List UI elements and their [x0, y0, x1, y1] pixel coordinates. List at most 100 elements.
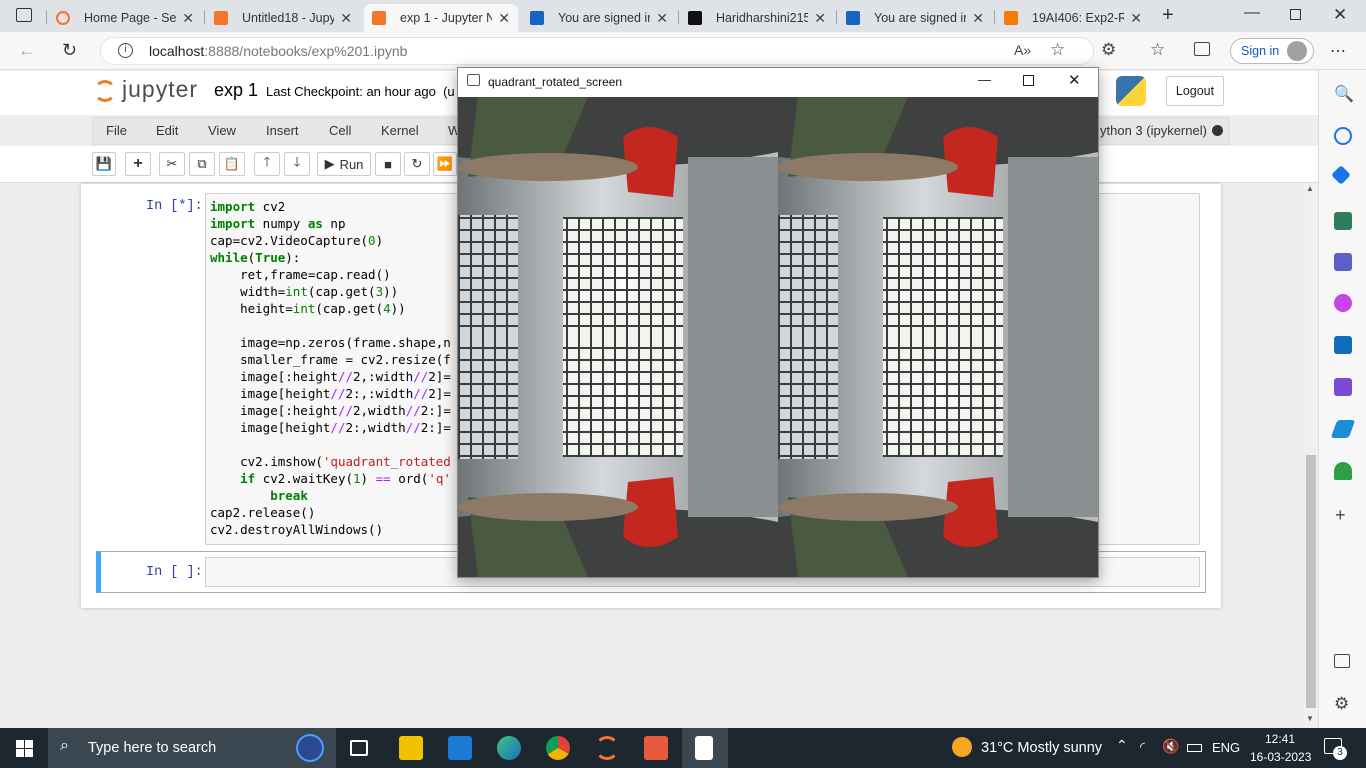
tab-2[interactable]: Untitled18 - Jupy ✕: [206, 4, 360, 32]
sidebar-search-icon[interactable]: 🔍: [1334, 84, 1354, 104]
tab-close-icon[interactable]: ✕: [498, 10, 510, 27]
tray-chevron-icon[interactable]: ⌃: [1116, 737, 1128, 754]
sidebar-settings-icon[interactable]: ⚙: [1334, 694, 1349, 714]
interrupt-button[interactable]: ■: [375, 152, 401, 176]
cut-button[interactable]: ✂: [159, 152, 185, 176]
windows-start-icon[interactable]: [16, 740, 33, 757]
tab-close-icon[interactable]: ✕: [1130, 10, 1142, 27]
restart-button[interactable]: ↻: [404, 152, 430, 176]
code-editor[interactable]: import cv2 import numpy as np cap=cv2.Vide…: [210, 198, 451, 538]
code-line: import cv2: [210, 199, 286, 214]
tab-close-icon[interactable]: ✕: [340, 10, 352, 27]
menu-insert[interactable]: Insert: [266, 123, 299, 138]
sidebar-tools-icon[interactable]: [1334, 212, 1352, 230]
menu-file[interactable]: File: [106, 123, 127, 138]
favorite-add-icon[interactable]: ☆: [1050, 40, 1065, 60]
menu-cell[interactable]: Cell: [329, 123, 351, 138]
cv-maximize-button[interactable]: [1023, 75, 1034, 86]
sidebar-outlook-icon[interactable]: [1334, 336, 1352, 354]
collections-icon[interactable]: [1194, 42, 1210, 56]
kernel-busy-icon: [1212, 125, 1223, 136]
cv-minimize-button[interactable]: —: [978, 72, 991, 87]
tab-close-icon[interactable]: ✕: [814, 10, 826, 27]
sidebar-tree-icon[interactable]: [1334, 462, 1352, 480]
document-taskbar-icon[interactable]: [695, 736, 713, 760]
move-down-button[interactable]: 🡓: [284, 152, 310, 176]
tab-1[interactable]: Home Page - Sele ✕: [48, 4, 202, 32]
back-icon[interactable]: ←: [18, 40, 36, 61]
favorites-icon[interactable]: ☆: [1150, 40, 1165, 60]
sidebar-add-icon[interactable]: +: [1335, 505, 1346, 526]
minimize-button[interactable]: —: [1244, 4, 1260, 22]
extensions-icon[interactable]: ⚙: [1101, 40, 1116, 60]
battery-icon[interactable]: [1187, 744, 1202, 752]
sidebar-designer-icon[interactable]: [1334, 378, 1352, 396]
refresh-icon[interactable]: ↻: [62, 40, 77, 61]
site-info-icon[interactable]: i: [118, 43, 133, 58]
weather-icon[interactable]: [952, 737, 972, 757]
volume-icon[interactable]: 🔇: [1162, 738, 1179, 755]
menu-kernel[interactable]: Kernel: [381, 123, 419, 138]
notebook-name[interactable]: exp 1: [214, 80, 258, 101]
tab-title: exp 1 - Jupyter N: [400, 11, 493, 25]
move-up-button[interactable]: 🡑: [254, 152, 280, 176]
cv-close-button[interactable]: ✕: [1068, 71, 1081, 89]
tab-4[interactable]: You are signed in ✕: [522, 4, 676, 32]
quadrant-video-frame: [458, 97, 1098, 577]
network-icon[interactable]: ◜: [1140, 739, 1145, 755]
close-window-button[interactable]: ✕: [1333, 5, 1347, 25]
tab-separator: [204, 10, 205, 24]
menu-edit[interactable]: Edit: [156, 123, 178, 138]
task-view-icon[interactable]: [350, 740, 368, 756]
tab-actions-icon[interactable]: [16, 8, 32, 22]
chrome-icon[interactable]: [546, 736, 570, 760]
clock-date[interactable]: 16-03-2023: [1250, 750, 1311, 764]
tab-3[interactable]: exp 1 - Jupyter N ✕: [364, 4, 518, 32]
sign-in-button[interactable]: Sign in: [1230, 38, 1314, 64]
menu-view[interactable]: View: [208, 123, 236, 138]
checkpoint-text: Last Checkpoint: an hour ago: [266, 84, 436, 99]
restore-button[interactable]: [1290, 9, 1301, 20]
copy-button[interactable]: ⧉: [189, 152, 215, 176]
sidebar-games-icon[interactable]: [1334, 253, 1352, 271]
file-explorer-icon[interactable]: [399, 736, 423, 760]
more-menu-icon[interactable]: ⋯: [1330, 41, 1346, 61]
jupyter-logo-text[interactable]: jupyter: [122, 76, 198, 103]
scrollbar-thumb[interactable]: [1306, 455, 1316, 708]
run-button[interactable]: ▶ Run: [317, 152, 371, 176]
tab-close-icon[interactable]: ✕: [656, 10, 668, 27]
save-button[interactable]: 💾: [92, 152, 116, 176]
paste-button[interactable]: 📋: [219, 152, 245, 176]
code-line: while(True):: [210, 250, 301, 265]
jupyter-taskbar-icon[interactable]: [595, 736, 619, 760]
sidebar-bing-icon[interactable]: [1334, 127, 1352, 145]
restart-run-all-button[interactable]: ⏩: [433, 152, 457, 176]
new-tab-button[interactable]: +: [1162, 4, 1174, 27]
code-line: cap2.release(): [210, 505, 316, 520]
tab-close-icon[interactable]: ✕: [972, 10, 984, 27]
tab-title: You are signed in: [874, 11, 967, 25]
cell-2-prompt: In [ ]:: [146, 565, 203, 580]
taskbar-search-placeholder: Type here to search: [88, 740, 217, 756]
tab-7[interactable]: 19AI406: Exp2-Re ✕: [996, 4, 1150, 32]
sidebar-office-icon[interactable]: [1334, 294, 1352, 312]
scroll-down-arrow[interactable]: ▼: [1306, 714, 1314, 723]
scroll-up-arrow[interactable]: ▲: [1306, 184, 1314, 193]
tab-5[interactable]: Haridharshini215 ✕: [680, 4, 834, 32]
logout-button[interactable]: Logout: [1166, 76, 1224, 106]
tab-6[interactable]: You are signed in ✕: [838, 4, 992, 32]
clock-time[interactable]: 12:41: [1265, 732, 1295, 746]
sidebar-hide-icon[interactable]: [1334, 654, 1350, 668]
insert-cell-button[interactable]: +: [125, 152, 151, 176]
edge-icon[interactable]: [497, 736, 521, 760]
language-indicator[interactable]: ENG: [1212, 740, 1240, 755]
jupyter-logo-icon[interactable]: [94, 80, 116, 102]
weather-text[interactable]: 31°C Mostly sunny: [981, 740, 1102, 756]
quadrant-image: [458, 97, 1098, 577]
s-icon: [846, 11, 860, 25]
read-aloud-icon[interactable]: A»: [1014, 42, 1031, 58]
mail-icon[interactable]: [448, 736, 472, 760]
app-taskbar-icon[interactable]: [644, 736, 668, 760]
bing-search-icon[interactable]: [296, 734, 324, 762]
tab-close-icon[interactable]: ✕: [182, 10, 194, 27]
